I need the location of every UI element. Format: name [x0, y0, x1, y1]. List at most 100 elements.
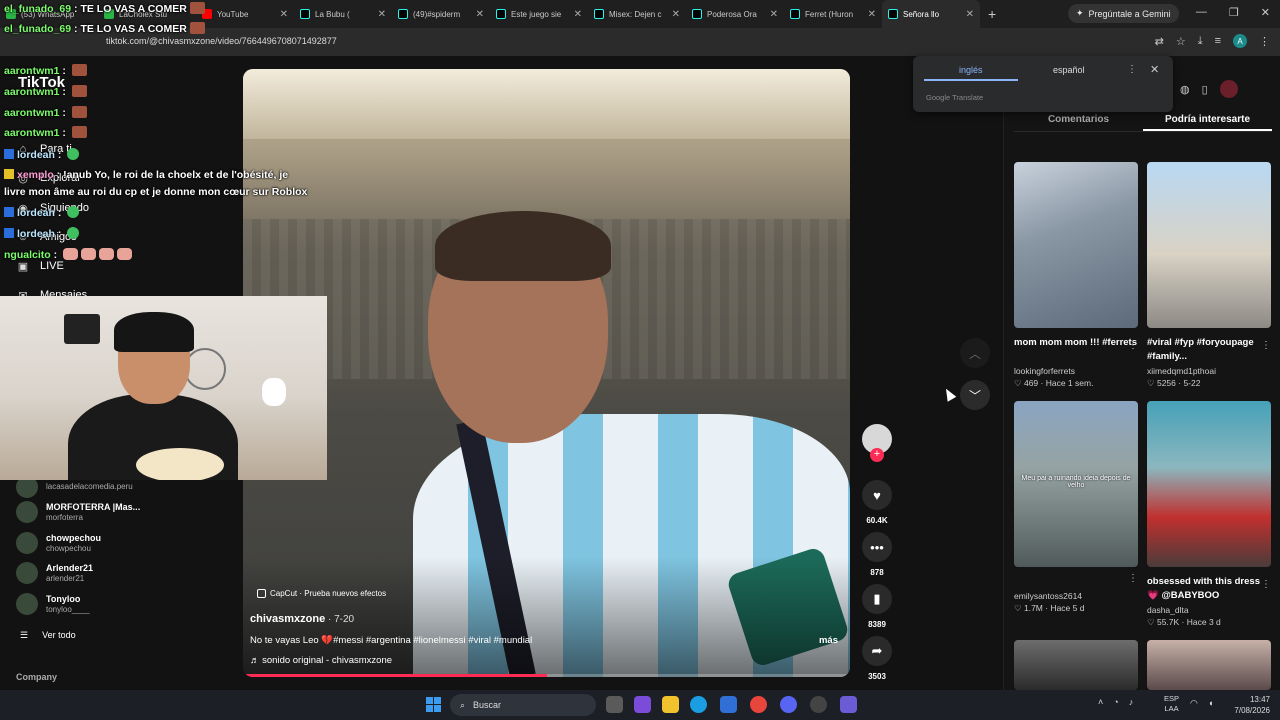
list-icon: ☰	[20, 630, 29, 640]
like-button[interactable]: ♥ 60.4K	[860, 480, 894, 525]
sidebar-item-live[interactable]: ▣ LIVE	[16, 259, 64, 273]
avatar	[16, 501, 38, 523]
gemini-icon: ✦	[1076, 8, 1084, 18]
tiktok-logo[interactable]: TikTok	[18, 74, 65, 91]
user-avatar[interactable]	[1219, 80, 1238, 98]
recommended-video-card[interactable]: ⋮ #viral #fyp #foryoupage #family... xii…	[1147, 162, 1271, 389]
wifi-icon[interactable]: ◠	[1190, 698, 1198, 709]
translate-menu-icon[interactable]: ⋮	[1127, 64, 1137, 75]
follow-plus-icon[interactable]: +	[870, 448, 884, 462]
close-tab-icon[interactable]: ✕	[672, 9, 680, 20]
widgets-icon[interactable]	[634, 696, 651, 713]
sidebar-item-amigos[interactable]: ☺ Amigos	[16, 230, 76, 244]
profile-avatar[interactable]: A	[1233, 34, 1247, 48]
more-options-icon[interactable]: ⋮	[1128, 340, 1138, 351]
more-options-icon[interactable]: ⋮	[1261, 340, 1271, 351]
store-icon[interactable]	[720, 696, 737, 713]
following-account[interactable]: Arlender21 arlender21	[16, 562, 93, 584]
reading-list-icon[interactable]: ≡	[1215, 35, 1221, 47]
browser-tab[interactable]: Misex: Dejen c ✕	[588, 0, 686, 28]
browser-tab[interactable]: (49)#spiderm ✕	[392, 0, 490, 28]
tiktok-icon	[496, 9, 506, 19]
tiktok-icon	[692, 9, 702, 19]
translate-lang-source[interactable]: inglés	[959, 65, 983, 75]
browser-tab-active[interactable]: Señora llo ✕	[882, 0, 980, 28]
volume-icon[interactable]: ◖	[1208, 698, 1213, 708]
taskbar-search[interactable]: ⌕ Buscar	[450, 694, 596, 716]
browser-tab[interactable]: Ferret (Huron ✕	[784, 0, 882, 28]
close-tab-icon[interactable]: ✕	[476, 9, 484, 20]
close-tab-icon[interactable]: ✕	[770, 9, 778, 20]
translate-lang-target[interactable]: español	[1053, 65, 1085, 75]
download-icon[interactable]: ⤓	[1198, 35, 1203, 48]
windows-start-icon[interactable]	[426, 697, 441, 712]
new-tab-icon[interactable]: +	[988, 6, 996, 22]
chevron-up-icon[interactable]: ˄	[1098, 697, 1103, 707]
comment-button[interactable]: ••• 878	[860, 532, 894, 577]
close-tab-icon[interactable]: ✕	[574, 9, 582, 20]
next-video-button[interactable]: ﹀	[960, 380, 990, 410]
system-clock[interactable]: 13:47 7/08/2026	[1228, 694, 1270, 716]
previous-video-button[interactable]: ︿	[960, 338, 990, 368]
close-tab-icon[interactable]: ✕	[378, 9, 386, 20]
video-thumbnail[interactable]	[1147, 640, 1271, 690]
video-thumbnail[interactable]	[1147, 162, 1271, 328]
network-icon[interactable]: ◔	[1113, 697, 1118, 707]
recommended-video-card[interactable]	[1014, 640, 1138, 690]
browser-tab[interactable]: (53) WhatsApp	[0, 0, 98, 28]
gemini-button[interactable]: ✦ Pregúntale a Gemini	[1068, 4, 1179, 23]
obs-icon[interactable]	[810, 696, 827, 713]
device-icon[interactable]: ▯	[1202, 83, 1208, 96]
recommended-video-card[interactable]: ⋮ obsessed with this dress💗 @BABYBOO das…	[1147, 401, 1271, 628]
recommended-video-card[interactable]: ⋮ mom mom mom !!! #ferrets lookingforfer…	[1014, 162, 1138, 389]
more-options-icon[interactable]: ⋮	[1261, 579, 1271, 590]
video-author[interactable]: chivasmxzone	[250, 613, 325, 625]
caption-more-link[interactable]: más	[819, 635, 838, 646]
following-account[interactable]: Tonyloo tonyloo____	[16, 593, 90, 615]
video-thumbnail[interactable]	[1014, 162, 1138, 328]
recommended-video-card[interactable]	[1147, 640, 1271, 690]
close-tab-icon[interactable]: ✕	[966, 9, 974, 20]
save-button[interactable]: ▮ 8389	[860, 584, 894, 629]
close-icon[interactable]: ✕	[1150, 63, 1159, 76]
minimize-icon[interactable]: —	[1196, 6, 1207, 19]
chrome-icon[interactable]	[750, 696, 767, 713]
share-button[interactable]: ➦ 3503	[860, 636, 894, 681]
maximize-icon[interactable]: ❐	[1229, 6, 1239, 19]
window-close-icon[interactable]: ✕	[1261, 6, 1270, 19]
translate-icon[interactable]: ⇄	[1155, 35, 1164, 48]
app-icon[interactable]	[840, 696, 857, 713]
url-field[interactable]: tiktok.com/@chivasmxzone/video/766449670…	[106, 36, 337, 46]
video-sound[interactable]: ♬ sonido original - chivasmxzone	[250, 655, 392, 666]
close-tab-icon[interactable]: ✕	[280, 9, 288, 20]
input-language[interactable]: ESP LAA	[1164, 694, 1179, 714]
browser-menu-icon[interactable]: ⋮	[1259, 35, 1270, 48]
browser-tab[interactable]: YouTube ✕	[196, 0, 294, 28]
bookmark-star-icon[interactable]: ☆	[1176, 35, 1186, 48]
task-view-icon[interactable]	[606, 696, 623, 713]
browser-tab[interactable]: Poderosa Ora ✕	[686, 0, 784, 28]
sidebar-item-explorar[interactable]: ◎ Explorar	[16, 171, 81, 185]
file-explorer-icon[interactable]	[662, 696, 679, 713]
following-account[interactable]: MORFOTERRA |Mas... morfoterra	[16, 501, 140, 523]
browser-tab[interactable]: Este juego sie ✕	[490, 0, 588, 28]
coin-icon[interactable]: ◍	[1180, 83, 1190, 96]
discord-icon[interactable]	[780, 696, 797, 713]
sidebar-item-para-ti[interactable]: ⌂ Para ti	[16, 142, 72, 156]
see-all-button[interactable]: ☰ Ver todo	[20, 630, 76, 641]
more-options-icon[interactable]: ⋮	[1128, 573, 1138, 584]
browser-tab[interactable]: La Bubu (✕	[294, 0, 392, 28]
edge-icon[interactable]	[690, 696, 707, 713]
video-thumbnail[interactable]	[1147, 401, 1271, 567]
recommended-video-card[interactable]: Meu pai a ruinando ideia depois de velho…	[1014, 401, 1138, 614]
video-thumbnail[interactable]	[1014, 640, 1138, 690]
close-tab-icon[interactable]: ✕	[868, 9, 876, 20]
video-player[interactable]: CapCut · Prueba nuevos efectos chivasmxz…	[243, 69, 850, 677]
capcut-tag[interactable]: CapCut · Prueba nuevos efectos	[257, 589, 386, 598]
microphone-icon[interactable]: ♪	[1129, 697, 1134, 707]
video-progress-bar[interactable]	[243, 674, 850, 677]
following-account[interactable]: chowpechou chowpechou	[16, 532, 101, 554]
sidebar-item-siguiendo[interactable]: ◉ Siguiendo	[16, 201, 89, 215]
browser-tab[interactable]: LaChoiex Stu	[98, 0, 196, 28]
company-link[interactable]: Company	[16, 672, 57, 682]
